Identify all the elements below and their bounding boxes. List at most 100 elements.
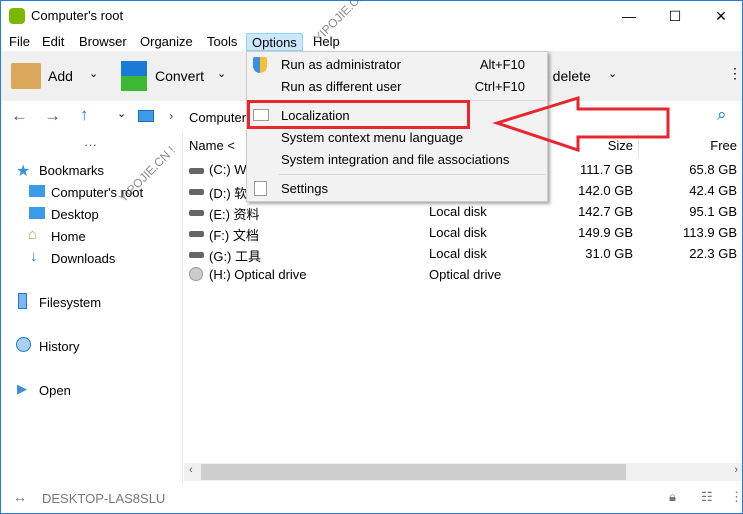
highlight-box (247, 100, 470, 129)
table-row[interactable]: (F:) 文档 Local disk 149.9 GB 113.9 GB (184, 222, 742, 243)
search-icon[interactable]: ⌕ (717, 105, 727, 125)
drive-name: (F:) 文档 (209, 228, 259, 243)
sidebar-history[interactable]: History (39, 339, 79, 354)
highlight-arrow-icon (492, 95, 670, 153)
menu-options[interactable]: Options (246, 33, 303, 51)
desktop-icon (29, 207, 45, 219)
sidebar-item-desktop[interactable]: Desktop (51, 207, 99, 222)
menu-edit[interactable]: Edit (37, 33, 69, 51)
drive-free: 95.1 GB (689, 204, 737, 219)
menu-item-system-integration[interactable]: System integration and file associations (281, 150, 509, 170)
breadcrumb-computer[interactable]: Computer (189, 110, 246, 125)
maximize-button[interactable]: ☐ (652, 1, 698, 31)
hard-drive-icon (189, 183, 209, 198)
history-dropdown-icon[interactable]: ⌄ (117, 107, 126, 120)
horizontal-scrollbar[interactable]: ‹ › (184, 463, 742, 481)
hard-drive-icon (189, 162, 209, 177)
app-logo-icon (9, 8, 25, 24)
sidebar-item-downloads[interactable]: Downloads (51, 251, 115, 266)
scroll-left-icon[interactable]: ‹ (189, 464, 193, 476)
up-arrow-icon[interactable]: ↑ (80, 105, 89, 125)
window-title: Computer's root (31, 8, 124, 23)
table-row[interactable]: (E:) 资料 Local disk 142.7 GB 95.1 GB (184, 201, 742, 222)
drive-size: 31.0 GB (585, 246, 633, 261)
menu-file[interactable]: File (4, 33, 35, 51)
scroll-right-icon[interactable]: › (734, 464, 738, 476)
menu-item-run-as-different-user[interactable]: Run as different user (281, 77, 401, 97)
breadcrumb-separator-icon: › (169, 108, 174, 123)
menu-browser[interactable]: Browser (74, 33, 132, 51)
drive-free: 42.4 GB (689, 183, 737, 198)
convert-dropdown-chevron-icon[interactable]: ⌄ (217, 67, 226, 80)
drive-type: Local disk (429, 225, 487, 240)
settings-notepad-icon (254, 181, 267, 196)
view-details-icon[interactable]: ☷ (701, 489, 713, 505)
play-icon: ▶ (17, 381, 27, 396)
network-icon: ↔ (13, 489, 27, 505)
menu-item-settings[interactable]: Settings (281, 179, 328, 199)
computer-icon (138, 110, 154, 122)
add-button[interactable]: Add (48, 68, 73, 84)
drive-free: 65.8 GB (689, 162, 737, 177)
menu-item-run-as-administrator[interactable]: Run as administrator (281, 55, 401, 75)
drive-name: (D:) 软 (209, 186, 248, 201)
star-icon: ★ (16, 163, 31, 180)
sidebar-item-home[interactable]: Home (51, 229, 86, 244)
sidebar: ··· ★ Bookmarks Computer's root Desktop … (1, 133, 183, 483)
forward-arrow-icon[interactable]: → (44, 106, 61, 126)
drive-name: (E:) 资料 (209, 207, 260, 222)
column-header-name[interactable]: Name < (189, 138, 235, 153)
drive-size: 149.9 GB (578, 225, 633, 240)
drive-free: 22.3 GB (689, 246, 737, 261)
hard-drive-icon (189, 246, 209, 261)
menu-bar: File Edit Browser Organize Tools Options… (1, 31, 742, 51)
add-dropdown-chevron-icon[interactable]: ⌄ (89, 67, 98, 80)
add-box-icon (11, 63, 41, 89)
shortcut-alt-f10: Alt+F10 (479, 57, 525, 72)
menu-separator (279, 174, 545, 175)
lock-icon[interactable]: 🔒︎ (669, 489, 676, 505)
drive-size: 111.7 GB (580, 162, 633, 177)
drive-name: (C:) Wi (209, 162, 250, 177)
delete-button[interactable]: e delete (541, 68, 591, 84)
filesystem-icon (18, 293, 27, 309)
hard-drive-icon (189, 225, 209, 240)
drive-name: (G:) 工具 (209, 249, 261, 264)
sidebar-bookmarks[interactable]: Bookmarks (39, 163, 104, 178)
table-row[interactable]: (H:) Optical drive Optical drive (184, 264, 742, 285)
sidebar-filesystem[interactable]: Filesystem (39, 295, 101, 310)
drive-size: 142.7 GB (578, 204, 633, 219)
table-row[interactable]: (G:) 工具 Local disk 31.0 GB 22.3 GB (184, 243, 742, 264)
more-options-icon[interactable]: ⋮ (728, 65, 742, 82)
status-bar: ↔ DESKTOP-LAS8SLU 🔒︎ ☷ ⋮ (1, 483, 743, 513)
hard-drive-icon (189, 204, 209, 219)
clock-icon (16, 337, 31, 352)
close-button[interactable]: ✕ (698, 1, 743, 31)
title-bar: Computer's root — ☐ ✕ (1, 1, 742, 31)
drive-type: Optical drive (429, 267, 502, 282)
minimize-button[interactable]: — (606, 1, 652, 31)
convert-arrows-icon (121, 61, 147, 91)
home-icon: ⌂ (28, 226, 38, 243)
drive-type: Local disk (429, 246, 487, 261)
drive-type: Local disk (429, 204, 487, 219)
menu-tools[interactable]: Tools (202, 33, 242, 51)
sidebar-more-icon[interactable]: ··· (84, 137, 97, 152)
computer-icon (29, 185, 45, 197)
download-icon: ↓ (30, 248, 38, 265)
delete-dropdown-chevron-icon[interactable]: ⌄ (608, 67, 617, 80)
scrollbar-thumb[interactable] (201, 464, 626, 480)
menu-item-system-context-menu-language[interactable]: System context menu language (281, 128, 463, 148)
back-arrow-icon[interactable]: ← (11, 106, 28, 126)
drive-free: 113.9 GB (683, 225, 737, 240)
drive-size: 142.0 GB (578, 183, 633, 198)
column-header-free[interactable]: Free (710, 138, 737, 153)
drive-name: (H:) Optical drive (209, 267, 307, 282)
menu-organize[interactable]: Organize (135, 33, 198, 51)
uac-shield-icon (253, 57, 267, 73)
optical-drive-icon (189, 267, 203, 284)
computer-name: DESKTOP-LAS8SLU (42, 491, 166, 506)
sidebar-open[interactable]: Open (39, 383, 71, 398)
convert-button[interactable]: Convert (155, 68, 204, 84)
status-more-icon[interactable]: ⋮ (730, 489, 743, 505)
